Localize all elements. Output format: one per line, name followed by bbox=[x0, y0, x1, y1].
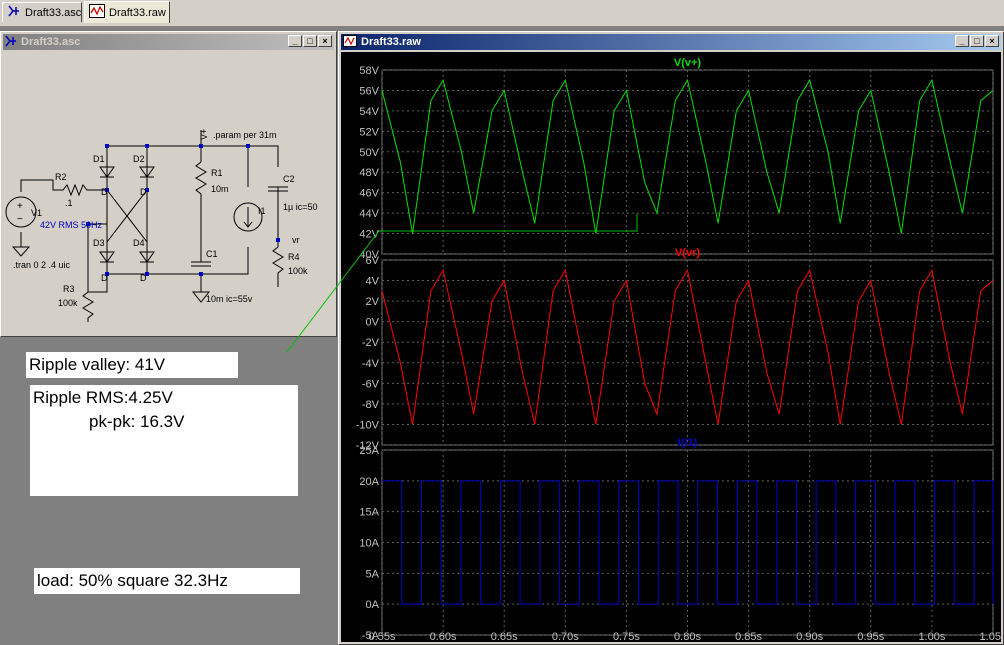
x-tick-label: 0.60s bbox=[430, 631, 457, 643]
y-tick-label: 5A bbox=[366, 568, 380, 580]
trace-title: V(v+) bbox=[674, 57, 702, 69]
y-tick-label: 10A bbox=[359, 538, 379, 550]
maximize-button[interactable]: □ bbox=[970, 35, 984, 47]
load-text: load: 50% square 32.3Hz bbox=[34, 568, 300, 594]
label-r2-value: .1 bbox=[65, 198, 73, 208]
x-tick-label: 0.65s bbox=[491, 631, 518, 643]
x-tick-label: 1.00s bbox=[918, 631, 945, 643]
label-d3: D3 bbox=[93, 238, 105, 248]
y-tick-label: 44V bbox=[359, 208, 379, 220]
maximize-button[interactable]: □ bbox=[303, 35, 317, 47]
tab-label: Draft33.raw bbox=[109, 6, 166, 19]
ripple-rms-value: 4.25V bbox=[128, 388, 173, 407]
y-tick-label: 4V bbox=[366, 276, 380, 288]
label-r3: R3 bbox=[63, 284, 75, 294]
y-tick-label: 20A bbox=[359, 476, 379, 488]
label-c2: C2 bbox=[283, 174, 295, 184]
x-tick-label: 0.55s bbox=[369, 631, 396, 643]
net-label-vr: vr bbox=[292, 235, 300, 245]
y-tick-label: 48V bbox=[359, 167, 379, 179]
y-tick-label: -10V bbox=[356, 419, 380, 431]
window-title: Draft33.raw bbox=[361, 36, 421, 48]
waveform-titlebar[interactable]: Draft33.raw _ □ × bbox=[341, 34, 1001, 50]
x-tick-label: 1.05s bbox=[980, 631, 1003, 643]
trace-title: I(I1) bbox=[678, 437, 698, 449]
label-d-type: D bbox=[101, 273, 108, 283]
label-r2: R2 bbox=[55, 172, 67, 182]
y-tick-label: -4V bbox=[362, 358, 380, 370]
label-r4-value: 100k bbox=[288, 266, 308, 276]
y-tick-label: 46V bbox=[359, 188, 379, 200]
y-tick-label: 25A bbox=[359, 445, 379, 457]
tab-draft33-asc[interactable]: Draft33.asc bbox=[2, 2, 82, 22]
label-c1-value: 10m ic=55v bbox=[206, 294, 253, 304]
pkpk-label: pk-pk: bbox=[89, 412, 136, 431]
svg-text:+: + bbox=[17, 201, 23, 212]
y-tick-label: -6V bbox=[362, 378, 380, 390]
x-tick-label: 0.85s bbox=[735, 631, 762, 643]
tab-draft33-raw[interactable]: Draft33.raw bbox=[84, 1, 170, 23]
y-tick-label: 56V bbox=[359, 85, 379, 97]
waveform-plots[interactable]: 58V56V54V52V50V48V46V44V42V40VV(v+)6V4V2… bbox=[341, 52, 1003, 644]
y-tick-label: -8V bbox=[362, 399, 380, 411]
svg-text:−: − bbox=[17, 214, 23, 225]
x-tick-label: 0.95s bbox=[857, 631, 884, 643]
y-tick-label: 6V bbox=[366, 255, 380, 267]
label-d-type: D bbox=[101, 187, 108, 197]
pkpk-value: 16.3V bbox=[140, 412, 185, 431]
plot-pane-frame bbox=[381, 259, 994, 446]
x-tick-label: 0.90s bbox=[796, 631, 823, 643]
y-tick-label: 58V bbox=[359, 65, 379, 77]
schematic-icon bbox=[7, 4, 21, 21]
y-tick-label: 50V bbox=[359, 147, 379, 159]
schematic-window[interactable]: Draft33.asc _ □ × + − D1 D2 D3 D4 D D D … bbox=[0, 31, 337, 337]
y-tick-label: 42V bbox=[359, 229, 379, 241]
label-d1: D1 bbox=[93, 154, 105, 164]
label-c2-value: 1µ ic=50 bbox=[283, 202, 317, 212]
y-tick-label: 0A bbox=[366, 599, 380, 611]
directive-param: .param per 31m bbox=[213, 130, 277, 140]
ripple-valley-text: Ripple valley: 41V bbox=[26, 352, 238, 378]
schematic-canvas[interactable]: + − D1 D2 D3 D4 D D D D R1 10m R2 .1 R3 … bbox=[3, 52, 334, 334]
label-d-type: D bbox=[140, 273, 147, 283]
y-tick-label: 0V bbox=[366, 317, 380, 329]
waveform-window[interactable]: Draft33.raw _ □ × 58V 56V 54V 52V 50V 48V 46V 4… bbox=[338, 31, 1004, 645]
tab-label: Draft33.asc bbox=[25, 6, 82, 19]
label-d-type: D bbox=[140, 187, 147, 197]
schematic-icon bbox=[5, 35, 17, 50]
trace-title: V(vr) bbox=[675, 247, 700, 259]
label-r1-value: 10m bbox=[211, 184, 229, 194]
minimize-button[interactable]: _ bbox=[288, 35, 302, 47]
document-tab-bar: Draft33.asc Draft33.raw bbox=[0, 0, 1004, 27]
y-tick-label: 15A bbox=[359, 507, 379, 519]
x-tick-label: 0.70s bbox=[552, 631, 579, 643]
ripple-stats-box: Ripple RMS:4.25V pk-pk: 16.3V bbox=[30, 385, 298, 496]
waveform-plot-area[interactable]: 58V 56V 54V 52V 50V 48V 46V 44V 42V 40V V(v+) 6V 4V 2… bbox=[341, 52, 1003, 644]
label-r4: R4 bbox=[288, 252, 300, 262]
close-button[interactable]: × bbox=[318, 35, 332, 47]
label-v1-value: 42V RMS 50Hz bbox=[40, 220, 103, 230]
ripple-rms-label: Ripple RMS: bbox=[33, 388, 129, 407]
y-tick-label: 2V bbox=[366, 296, 380, 308]
window-title: Draft33.asc bbox=[21, 36, 81, 48]
label-c1: C1 bbox=[206, 249, 218, 259]
label-i1: I1 bbox=[258, 206, 266, 216]
y-tick-label: 52V bbox=[359, 126, 379, 138]
label-r3-value: 100k bbox=[58, 298, 78, 308]
close-button[interactable]: × bbox=[985, 35, 999, 47]
label-d2: D2 bbox=[133, 154, 145, 164]
y-tick-label: 54V bbox=[359, 106, 379, 118]
x-tick-label: 0.75s bbox=[613, 631, 640, 643]
label-d4: D4 bbox=[133, 238, 145, 248]
waveform-icon bbox=[89, 4, 105, 21]
schematic-titlebar[interactable]: Draft33.asc _ □ × bbox=[3, 34, 334, 50]
directive-tran: .tran 0 2 .4 uic bbox=[13, 260, 71, 270]
net-label-vplus: V+ bbox=[199, 129, 209, 140]
x-tick-label: 0.80s bbox=[674, 631, 701, 643]
minimize-button[interactable]: _ bbox=[955, 35, 969, 47]
waveform-icon bbox=[343, 34, 357, 50]
label-r1: R1 bbox=[211, 168, 223, 178]
y-tick-label: -2V bbox=[362, 337, 380, 349]
label-v1: V1 bbox=[31, 208, 42, 218]
